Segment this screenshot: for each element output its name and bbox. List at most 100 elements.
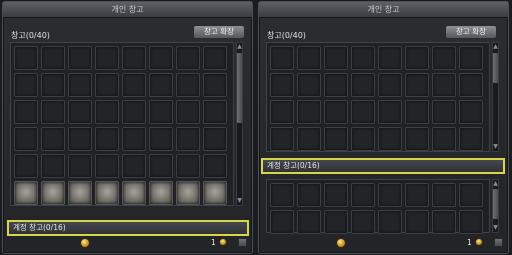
inventory-slot[interactable] <box>432 73 456 97</box>
inventory-slot[interactable] <box>122 46 146 70</box>
inventory-slot[interactable] <box>41 100 65 124</box>
inventory-slot[interactable] <box>432 210 456 234</box>
expand-storage-button[interactable]: 창고 확장 <box>193 25 245 39</box>
inventory-slot[interactable] <box>68 127 92 151</box>
locked-slot[interactable] <box>14 181 38 205</box>
inventory-slot[interactable] <box>297 127 321 151</box>
locked-slot[interactable] <box>203 181 227 205</box>
scroll-up-icon[interactable]: ▲ <box>237 44 242 50</box>
inventory-slot[interactable] <box>270 73 294 97</box>
locked-slot[interactable] <box>68 181 92 205</box>
inventory-slot[interactable] <box>351 183 375 207</box>
inventory-slot[interactable] <box>122 73 146 97</box>
scroll-thumb[interactable] <box>237 53 242 123</box>
inventory-slot[interactable] <box>203 46 227 70</box>
inventory-slot[interactable] <box>459 127 483 151</box>
inventory-slot[interactable] <box>149 154 173 178</box>
inventory-slot[interactable] <box>324 183 348 207</box>
inventory-slot[interactable] <box>459 210 483 234</box>
inventory-slot[interactable] <box>203 127 227 151</box>
inventory-slot[interactable] <box>459 183 483 207</box>
inventory-slot[interactable] <box>149 100 173 124</box>
inventory-slot[interactable] <box>324 210 348 234</box>
expand-storage-button[interactable]: 창고 확장 <box>445 25 497 39</box>
scroll-thumb[interactable] <box>493 189 498 219</box>
inventory-slot[interactable] <box>270 183 294 207</box>
inventory-slot[interactable] <box>351 100 375 124</box>
locked-slot[interactable] <box>95 181 119 205</box>
inventory-slot[interactable] <box>203 154 227 178</box>
inventory-slot[interactable] <box>95 73 119 97</box>
inventory-slot[interactable] <box>378 46 402 70</box>
inventory-slot[interactable] <box>149 73 173 97</box>
inventory-slot[interactable] <box>176 100 200 124</box>
scroll-thumb[interactable] <box>493 53 498 83</box>
inventory-slot[interactable] <box>68 46 92 70</box>
inventory-slot[interactable] <box>324 73 348 97</box>
inventory-slot[interactable] <box>41 127 65 151</box>
inventory-slot[interactable] <box>95 154 119 178</box>
inventory-slot[interactable] <box>432 183 456 207</box>
inventory-slot[interactable] <box>14 100 38 124</box>
inventory-slot[interactable] <box>324 127 348 151</box>
inventory-slot[interactable] <box>270 127 294 151</box>
inventory-slot[interactable] <box>68 73 92 97</box>
inventory-slot[interactable] <box>351 46 375 70</box>
inventory-slot[interactable] <box>68 100 92 124</box>
inventory-slot[interactable] <box>351 73 375 97</box>
inventory-slot[interactable] <box>176 73 200 97</box>
scroll-down-icon[interactable]: ▼ <box>493 225 498 231</box>
inventory-slot[interactable] <box>95 100 119 124</box>
scroll-up-icon[interactable]: ▲ <box>493 44 498 50</box>
inventory-slot[interactable] <box>324 100 348 124</box>
inventory-slot[interactable] <box>351 210 375 234</box>
locked-slot[interactable] <box>41 181 65 205</box>
sort-icon[interactable] <box>494 238 503 247</box>
account-storage-scrollbar[interactable]: ▲ ▼ <box>492 179 499 233</box>
locked-slot[interactable] <box>149 181 173 205</box>
inventory-slot[interactable] <box>95 127 119 151</box>
inventory-slot[interactable] <box>297 210 321 234</box>
scroll-down-icon[interactable]: ▼ <box>237 198 242 204</box>
inventory-slot[interactable] <box>122 100 146 124</box>
inventory-slot[interactable] <box>378 127 402 151</box>
inventory-slot[interactable] <box>14 46 38 70</box>
inventory-slot[interactable] <box>176 154 200 178</box>
inventory-slot[interactable] <box>122 127 146 151</box>
inventory-slot[interactable] <box>459 73 483 97</box>
locked-slot[interactable] <box>122 181 146 205</box>
inventory-slot[interactable] <box>297 73 321 97</box>
inventory-slot[interactable] <box>203 100 227 124</box>
inventory-slot[interactable] <box>14 127 38 151</box>
inventory-slot[interactable] <box>176 127 200 151</box>
inventory-slot[interactable] <box>297 183 321 207</box>
inventory-slot[interactable] <box>378 73 402 97</box>
inventory-slot[interactable] <box>203 73 227 97</box>
inventory-slot[interactable] <box>405 73 429 97</box>
inventory-slot[interactable] <box>41 154 65 178</box>
inventory-slot[interactable] <box>405 183 429 207</box>
inventory-slot[interactable] <box>324 46 348 70</box>
inventory-slot[interactable] <box>405 100 429 124</box>
inventory-slot[interactable] <box>378 183 402 207</box>
inventory-slot[interactable] <box>270 210 294 234</box>
inventory-slot[interactable] <box>459 100 483 124</box>
inventory-slot[interactable] <box>68 154 92 178</box>
scroll-down-icon[interactable]: ▼ <box>493 144 498 150</box>
inventory-slot[interactable] <box>432 46 456 70</box>
inventory-slot[interactable] <box>405 210 429 234</box>
inventory-slot[interactable] <box>149 127 173 151</box>
storage-scrollbar[interactable]: ▲ ▼ <box>492 42 499 152</box>
inventory-slot[interactable] <box>459 46 483 70</box>
inventory-slot[interactable] <box>378 210 402 234</box>
sort-icon[interactable] <box>238 238 247 247</box>
inventory-slot[interactable] <box>95 46 119 70</box>
inventory-slot[interactable] <box>41 73 65 97</box>
inventory-slot[interactable] <box>297 100 321 124</box>
inventory-slot[interactable] <box>351 127 375 151</box>
inventory-slot[interactable] <box>432 100 456 124</box>
locked-slot[interactable] <box>176 181 200 205</box>
inventory-slot[interactable] <box>432 127 456 151</box>
inventory-slot[interactable] <box>14 73 38 97</box>
inventory-slot[interactable] <box>270 100 294 124</box>
